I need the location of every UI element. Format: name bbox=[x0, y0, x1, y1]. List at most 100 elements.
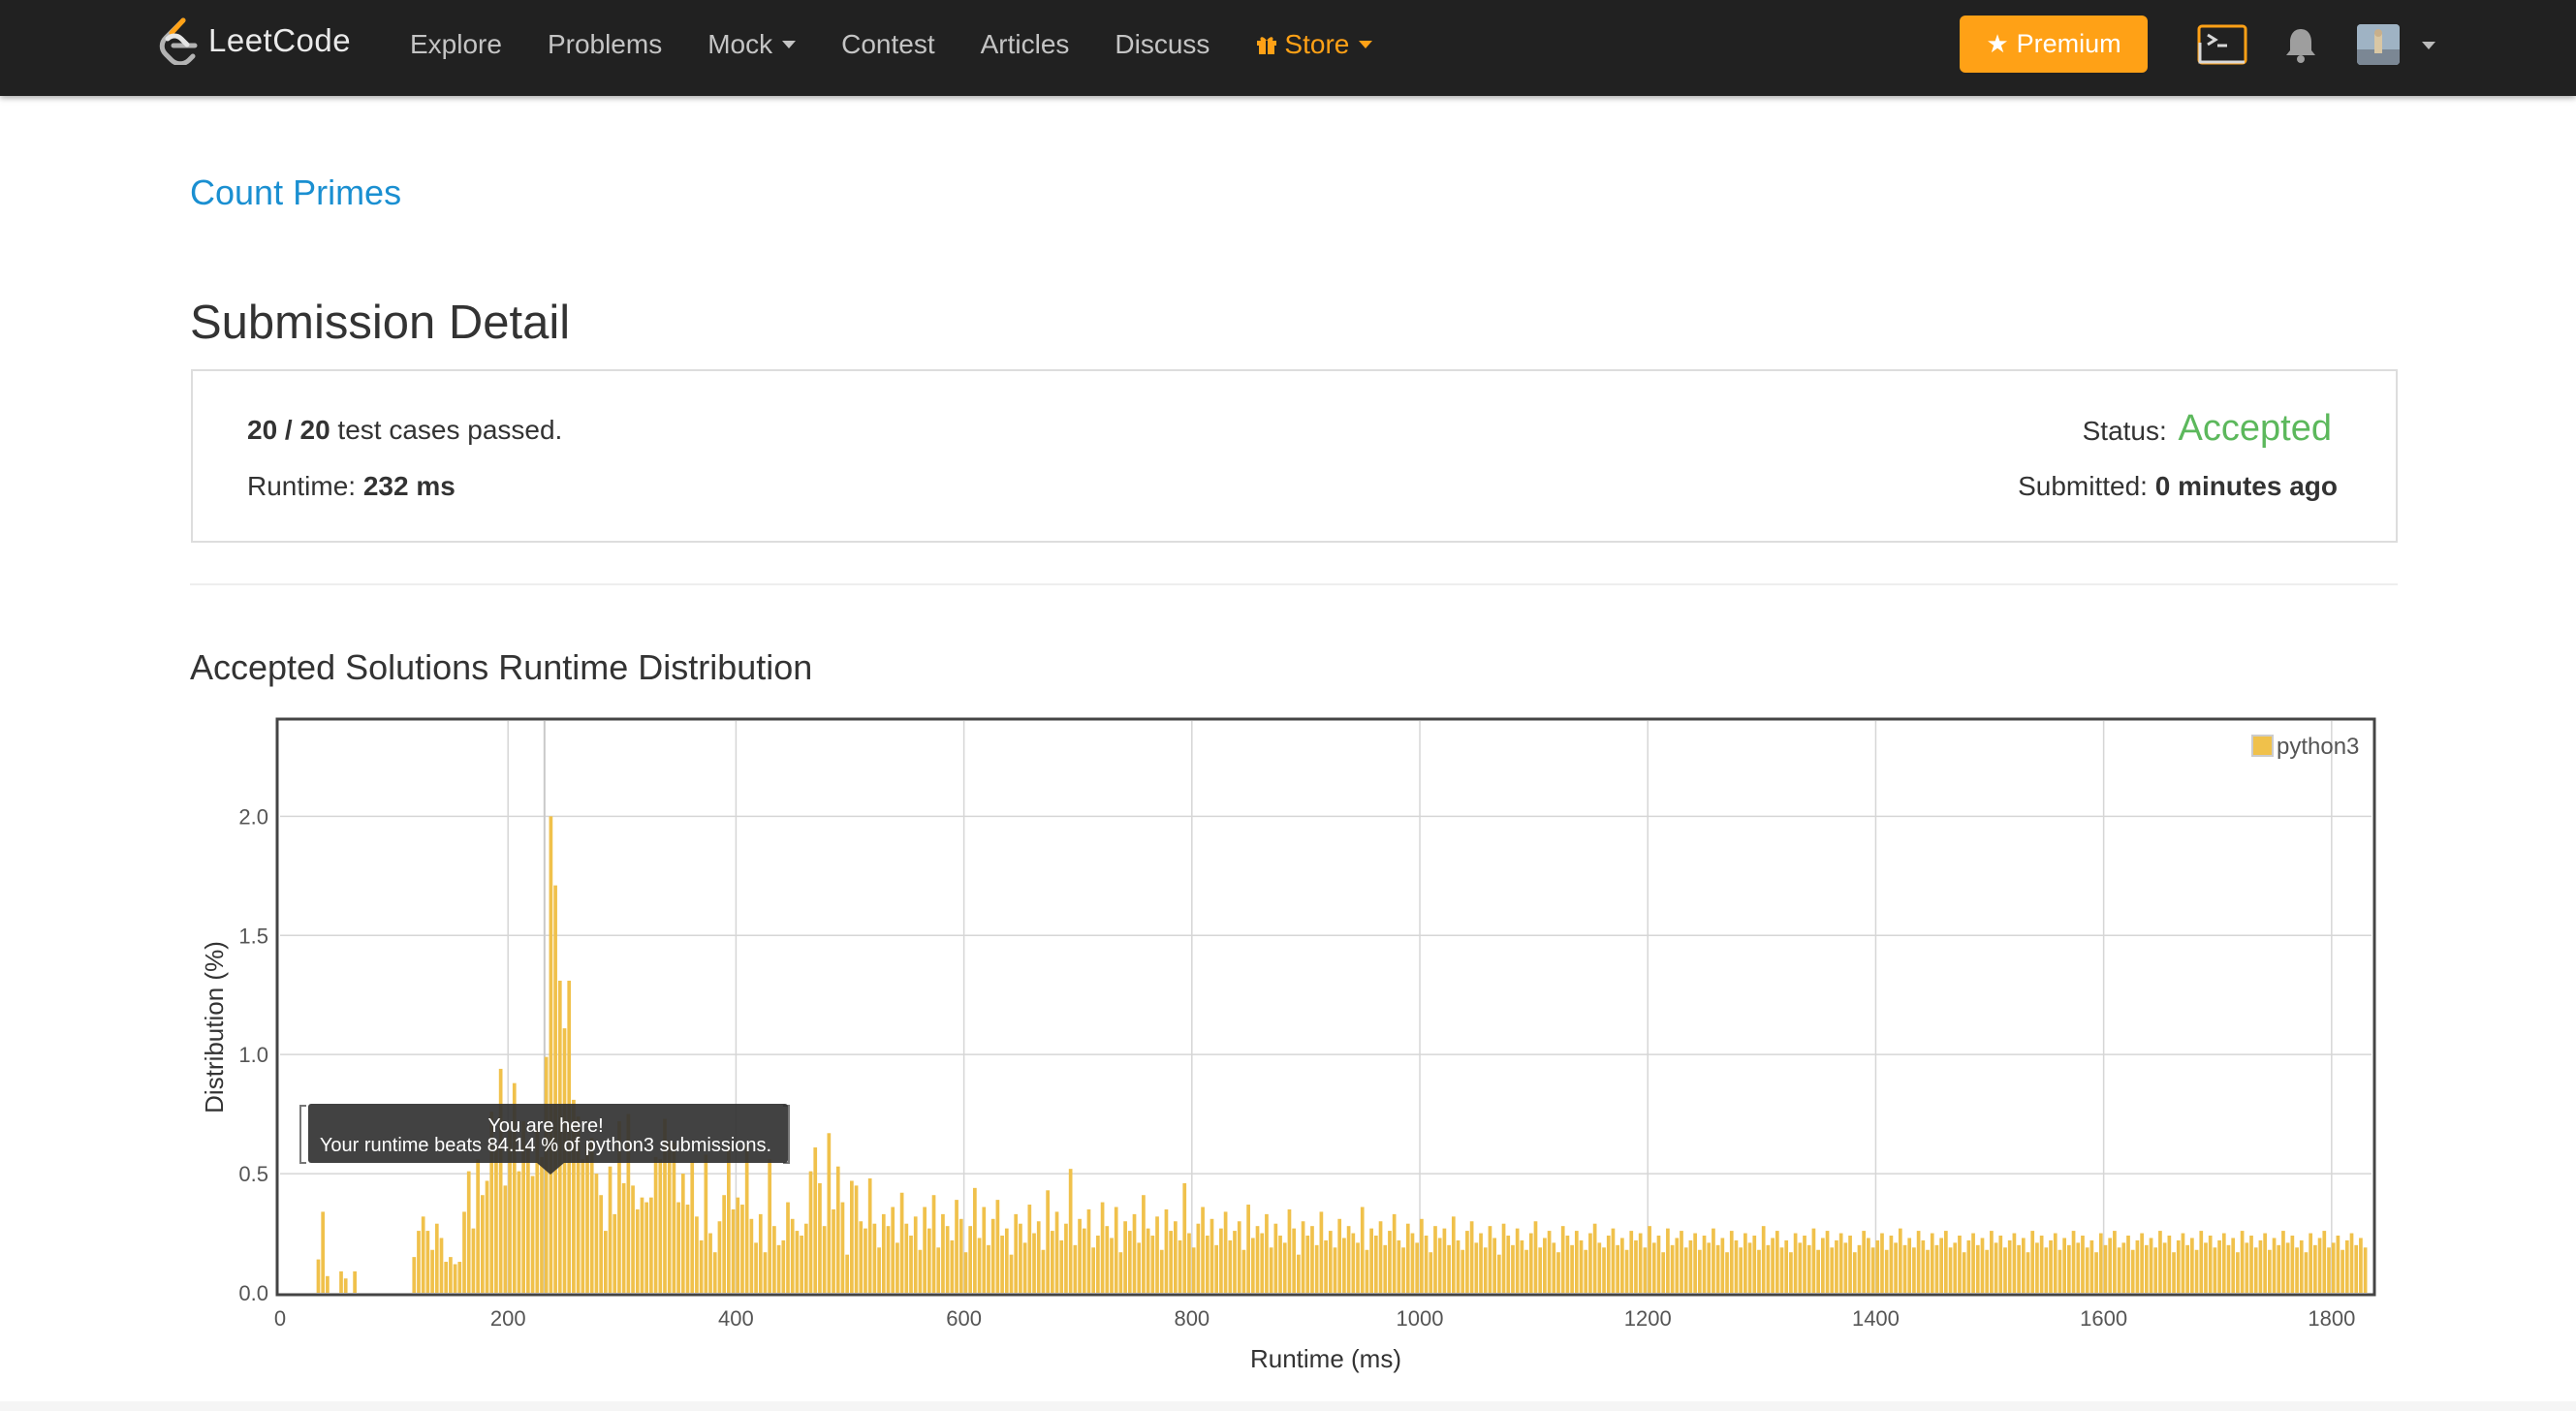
histogram-bar[interactable] bbox=[1702, 1236, 1707, 1293]
histogram-bar[interactable] bbox=[1000, 1236, 1004, 1293]
histogram-bar[interactable] bbox=[958, 1218, 963, 1293]
histogram-bar[interactable] bbox=[1793, 1233, 1798, 1293]
histogram-bar[interactable] bbox=[1574, 1231, 1579, 1293]
histogram-bar[interactable] bbox=[1155, 1216, 1159, 1293]
histogram-bar[interactable] bbox=[790, 1218, 795, 1293]
histogram-bar[interactable] bbox=[1816, 1249, 1820, 1293]
histogram-bar[interactable] bbox=[913, 1216, 918, 1293]
histogram-bar[interactable] bbox=[2258, 1239, 2263, 1293]
histogram-bar[interactable] bbox=[480, 1195, 485, 1293]
histogram-bar[interactable] bbox=[613, 1213, 617, 1293]
histogram-bar[interactable] bbox=[1314, 1244, 1319, 1293]
histogram-bar[interactable] bbox=[2012, 1233, 2017, 1293]
histogram-bar[interactable] bbox=[1429, 1252, 1433, 1293]
histogram-bar[interactable] bbox=[2076, 1242, 2081, 1293]
histogram-bar[interactable] bbox=[1205, 1236, 1209, 1293]
histogram-bar[interactable] bbox=[2058, 1249, 2062, 1293]
histogram-bar[interactable] bbox=[1064, 1223, 1068, 1293]
nav-store[interactable]: Store bbox=[1255, 29, 1373, 60]
chart-legend[interactable]: python3 bbox=[2251, 734, 2359, 760]
histogram-bar[interactable] bbox=[1820, 1238, 1825, 1293]
histogram-bar[interactable] bbox=[1934, 1244, 1939, 1293]
chevron-down-icon[interactable] bbox=[2422, 42, 2435, 49]
histogram-bar[interactable] bbox=[2340, 1249, 2344, 1293]
histogram-bar[interactable] bbox=[744, 1144, 749, 1293]
histogram-bar[interactable] bbox=[867, 1178, 872, 1293]
histogram-bar[interactable] bbox=[1789, 1252, 1793, 1293]
histogram-bar[interactable] bbox=[1032, 1233, 1036, 1293]
histogram-bar[interactable] bbox=[1410, 1233, 1415, 1293]
histogram-bar[interactable] bbox=[1297, 1254, 1301, 1293]
histogram-bar[interactable] bbox=[1123, 1221, 1127, 1293]
histogram-bar[interactable] bbox=[599, 1195, 603, 1293]
histogram-bar[interactable] bbox=[2021, 1238, 2026, 1293]
histogram-bar[interactable] bbox=[763, 1252, 768, 1293]
histogram-bar[interactable] bbox=[2349, 1233, 2354, 1293]
histogram-bar[interactable] bbox=[2085, 1247, 2089, 1293]
histogram-bar[interactable] bbox=[1082, 1228, 1086, 1293]
histogram-bar[interactable] bbox=[653, 1156, 658, 1293]
histogram-bar[interactable] bbox=[1579, 1239, 1584, 1293]
histogram-bar[interactable] bbox=[2231, 1238, 2236, 1293]
histogram-bar[interactable] bbox=[2245, 1242, 2249, 1293]
histogram-bar[interactable] bbox=[2135, 1239, 2140, 1293]
histogram-bar[interactable] bbox=[2344, 1239, 2349, 1293]
histogram-bar[interactable] bbox=[1971, 1233, 1975, 1293]
histogram-bar[interactable] bbox=[1310, 1226, 1314, 1293]
histogram-bar[interactable] bbox=[1342, 1238, 1346, 1293]
histogram-bar[interactable] bbox=[1538, 1247, 1543, 1293]
histogram-bar[interactable] bbox=[471, 1228, 476, 1293]
histogram-bar[interactable] bbox=[1752, 1236, 1757, 1293]
histogram-bar[interactable] bbox=[1588, 1233, 1592, 1293]
histogram-bar[interactable] bbox=[786, 1202, 790, 1293]
histogram-bar[interactable] bbox=[2181, 1233, 2185, 1293]
nav-articles[interactable]: Articles bbox=[981, 29, 1070, 60]
histogram-bar[interactable] bbox=[1392, 1213, 1397, 1293]
histogram-bar[interactable] bbox=[2331, 1242, 2336, 1293]
histogram-bar[interactable] bbox=[1442, 1228, 1447, 1293]
histogram-bar[interactable] bbox=[712, 1252, 717, 1293]
histogram-bar[interactable] bbox=[1050, 1231, 1054, 1293]
histogram-bar[interactable] bbox=[1041, 1249, 1046, 1293]
histogram-bar[interactable] bbox=[1894, 1242, 1898, 1293]
histogram-bar[interactable] bbox=[2226, 1244, 2231, 1293]
histogram-bar[interactable] bbox=[722, 1195, 727, 1293]
histogram-bar[interactable] bbox=[1214, 1244, 1219, 1293]
histogram-bar[interactable] bbox=[1830, 1247, 1835, 1293]
histogram-bar[interactable] bbox=[1747, 1242, 1752, 1293]
histogram-bar[interactable] bbox=[1059, 1239, 1064, 1293]
nav-contest[interactable]: Contest bbox=[841, 29, 935, 60]
histogram-bar[interactable] bbox=[1496, 1254, 1501, 1293]
histogram-bar[interactable] bbox=[2295, 1247, 2299, 1293]
nav-problems[interactable]: Problems bbox=[548, 29, 662, 60]
problem-title-link[interactable]: Count Primes bbox=[190, 172, 401, 213]
histogram-bar[interactable] bbox=[1734, 1239, 1739, 1293]
histogram-bar[interactable] bbox=[864, 1228, 867, 1293]
histogram-bar[interactable] bbox=[1451, 1216, 1456, 1293]
histogram-bar[interactable] bbox=[1779, 1247, 1784, 1293]
histogram-bar[interactable] bbox=[1867, 1238, 1870, 1293]
histogram-bar[interactable] bbox=[2044, 1247, 2049, 1293]
histogram-bar[interactable] bbox=[1488, 1226, 1492, 1293]
histogram-bar[interactable] bbox=[1356, 1242, 1360, 1293]
histogram-bar[interactable] bbox=[1146, 1228, 1150, 1293]
histogram-bar[interactable] bbox=[1798, 1242, 1803, 1293]
histogram-bar[interactable] bbox=[1643, 1247, 1648, 1293]
histogram-bar[interactable] bbox=[1629, 1231, 1634, 1293]
histogram-bar[interactable] bbox=[1019, 1223, 1022, 1293]
histogram-bar[interactable] bbox=[1880, 1233, 1884, 1293]
histogram-bar[interactable] bbox=[987, 1244, 990, 1293]
histogram-bar[interactable] bbox=[498, 1068, 503, 1293]
histogram-bar[interactable] bbox=[1346, 1226, 1351, 1293]
histogram-bar[interactable] bbox=[818, 1182, 822, 1293]
histogram-bar[interactable] bbox=[776, 1244, 781, 1293]
histogram-bar[interactable] bbox=[931, 1195, 936, 1293]
histogram-bar[interactable] bbox=[1990, 1231, 1994, 1293]
histogram-bar[interactable] bbox=[1602, 1247, 1606, 1293]
histogram-bar[interactable] bbox=[1319, 1211, 1324, 1293]
histogram-bar[interactable] bbox=[749, 1218, 754, 1293]
histogram-bar[interactable] bbox=[2062, 1238, 2067, 1293]
histogram-bar[interactable] bbox=[494, 1144, 498, 1293]
histogram-bar[interactable] bbox=[466, 1171, 471, 1293]
histogram-bar[interactable] bbox=[1237, 1221, 1241, 1293]
